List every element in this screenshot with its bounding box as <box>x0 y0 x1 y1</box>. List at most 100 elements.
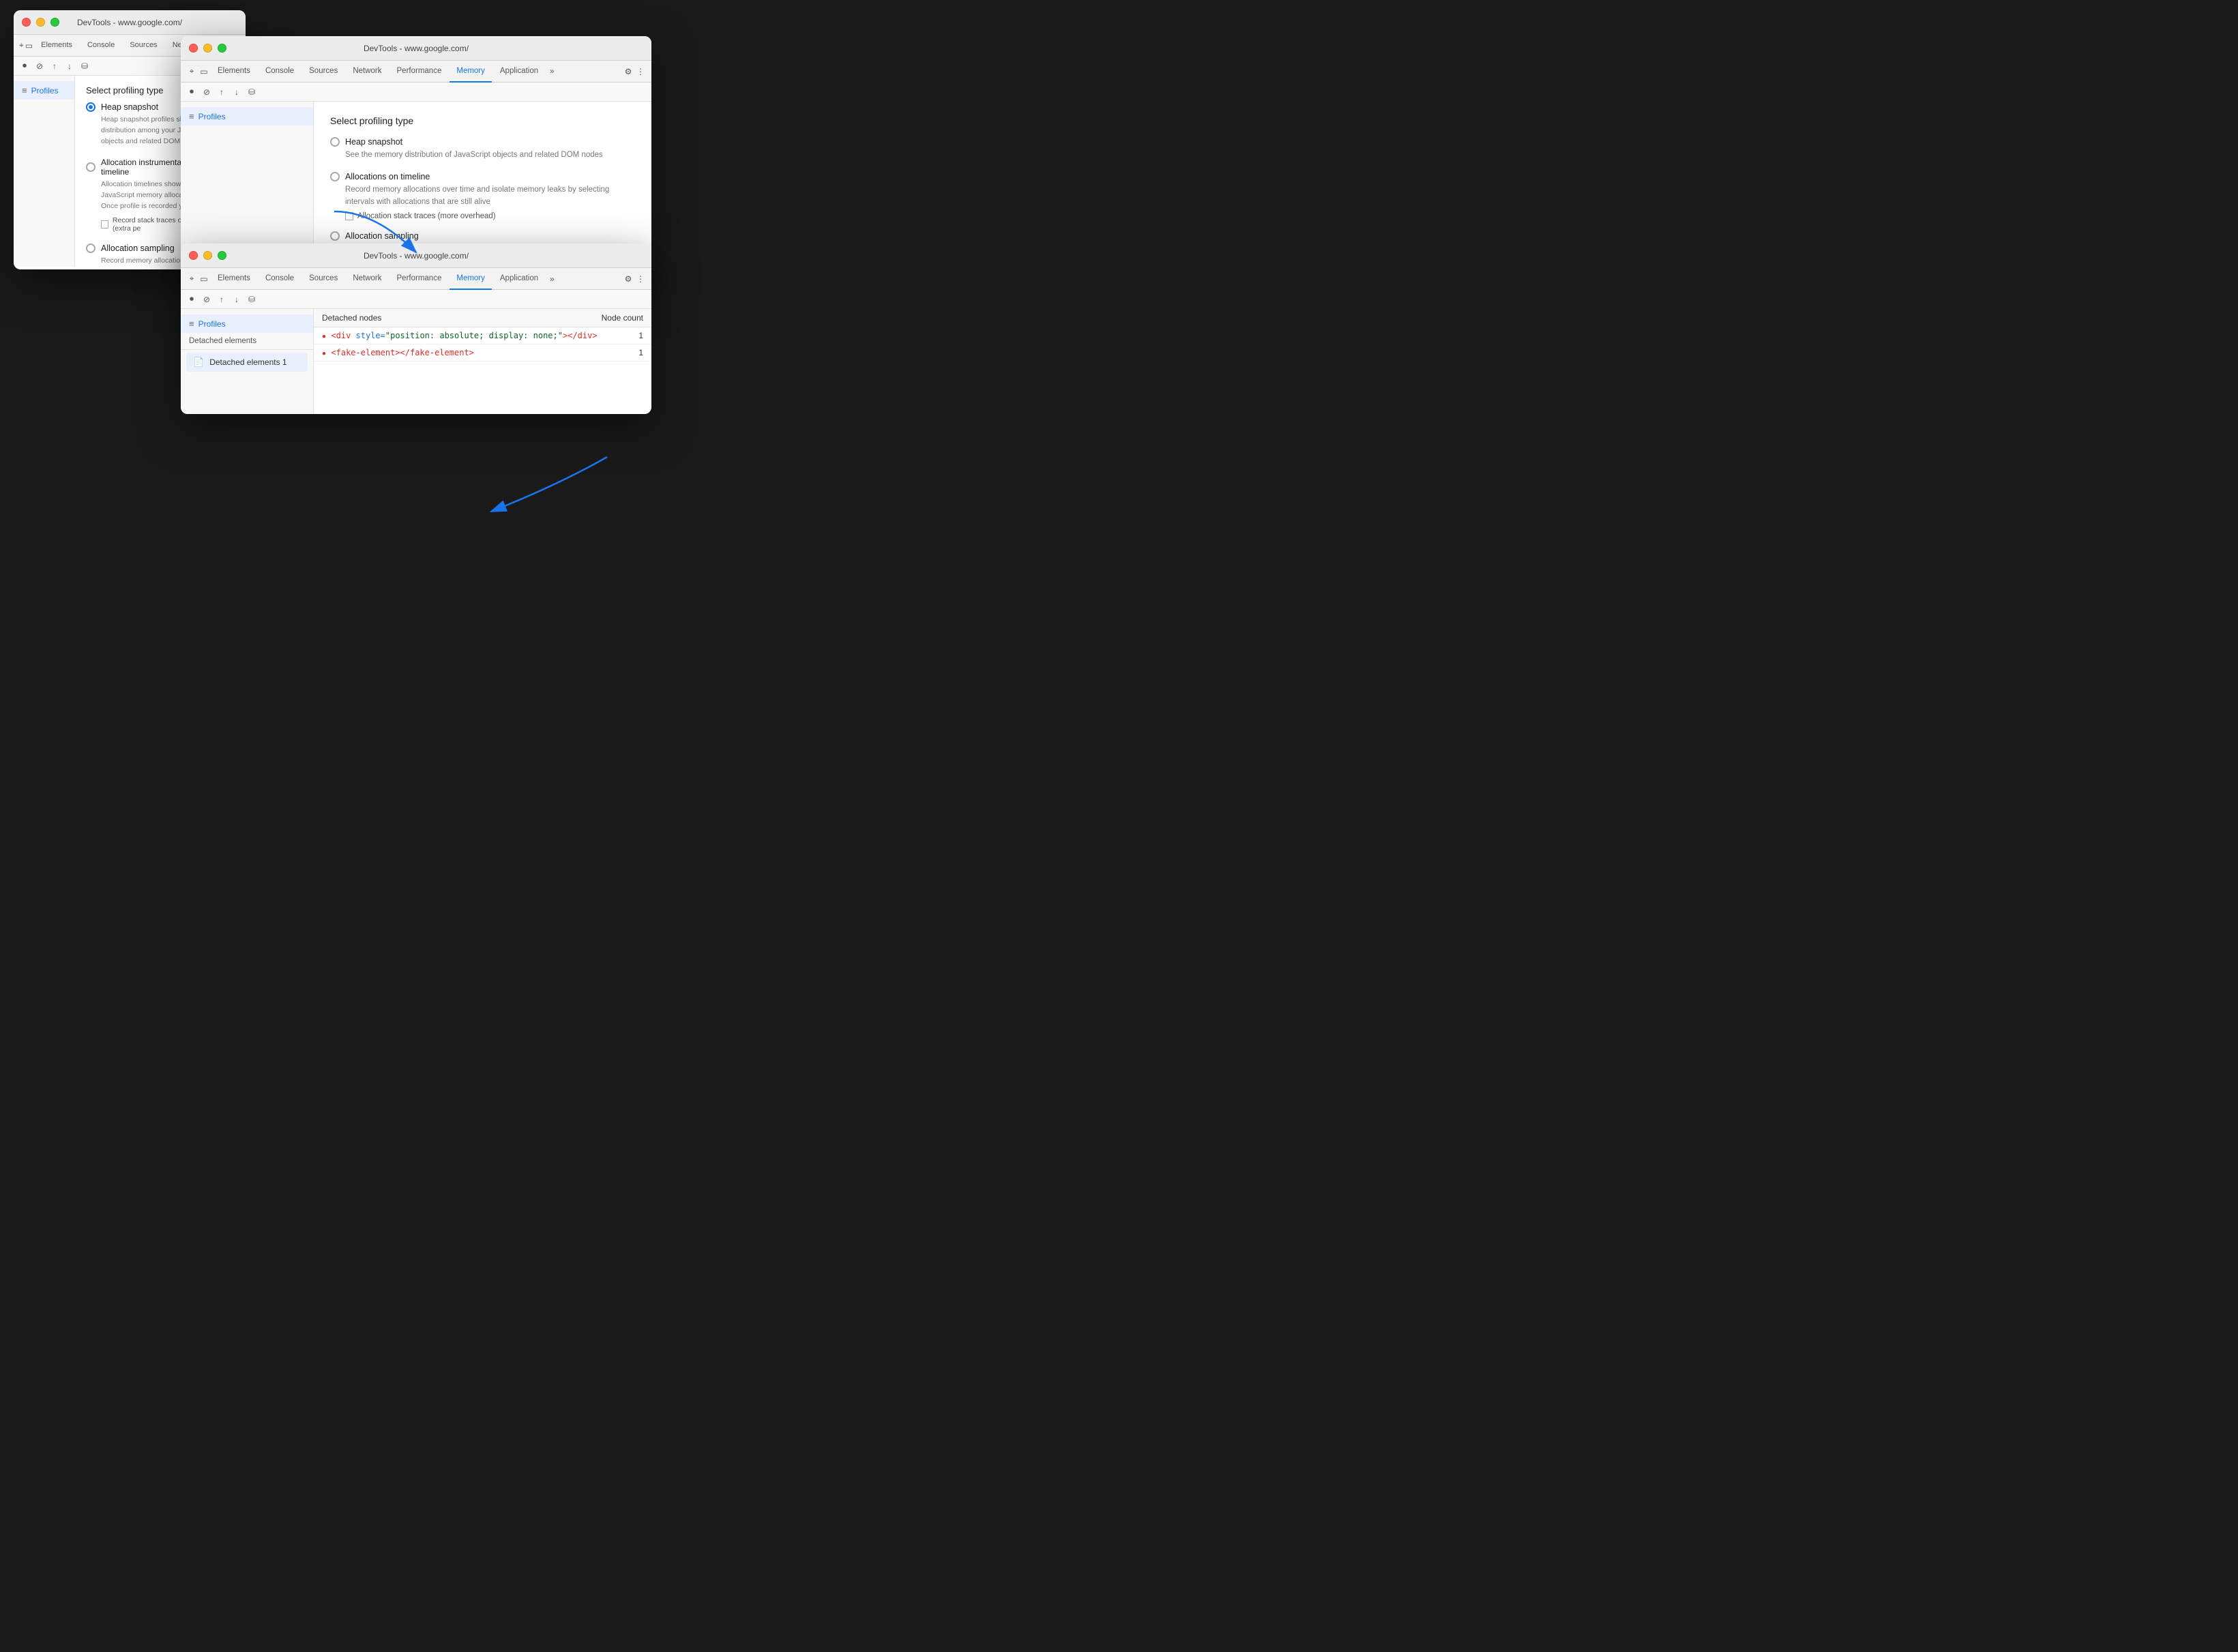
device-icon[interactable]: ▭ <box>25 40 33 51</box>
window-2-controls <box>189 44 226 53</box>
close-btn-3[interactable] <box>189 251 198 260</box>
node-code-1: ● <div style="position: absolute; displa… <box>322 331 598 340</box>
detached-item-icon: 📄 <box>193 357 204 368</box>
window-3-title: DevTools - www.google.com/ <box>364 251 469 261</box>
download-icon-2[interactable]: ↓ <box>231 87 242 98</box>
tab-performance-3[interactable]: Performance <box>390 268 449 290</box>
node-count-1: 1 <box>638 331 643 340</box>
sampling-radio-2[interactable] <box>330 231 340 241</box>
menu-icon-2[interactable]: ⋮ <box>635 66 646 77</box>
tab-console-2[interactable]: Console <box>259 61 301 83</box>
settings-icon-3[interactable]: ⚙ <box>623 274 634 284</box>
menu-icon-3[interactable]: ⋮ <box>635 274 646 284</box>
profiles-icon-1: ≡ <box>22 85 27 95</box>
max-btn-3[interactable] <box>218 251 226 260</box>
heap-label-2: Heap snapshot <box>345 137 402 147</box>
download-icon-3[interactable]: ↓ <box>231 294 242 305</box>
tab-console-1[interactable]: Console <box>80 35 121 57</box>
timeline-radio-1[interactable] <box>86 162 95 172</box>
node-text-2: <fake-element></fake-element> <box>331 348 474 357</box>
clear-icon-1[interactable]: ⊘ <box>34 61 45 72</box>
detached-elements-sidebar-section: Detached elements <box>181 333 313 350</box>
min-btn-3[interactable] <box>203 251 212 260</box>
node-row-2[interactable]: ● <fake-element></fake-element> 1 <box>314 344 651 362</box>
sidebar-profiles-label-1: Profiles <box>31 86 59 95</box>
sampling-label-1: Allocation sampling <box>101 244 175 253</box>
device-icon-3[interactable]: ▭ <box>198 274 209 284</box>
devtools-window-3: DevTools - www.google.com/ ⌖ ▭ Elements … <box>181 244 651 414</box>
window-2-secondary-toolbar: ⏺ ⊘ ↑ ↓ ⛁ <box>181 83 651 102</box>
sampling-label-2: Allocation sampling <box>345 231 419 241</box>
tab-elements-2[interactable]: Elements <box>211 61 257 83</box>
window-3-toolbar: ⌖ ▭ Elements Console Sources Network Per… <box>181 268 651 290</box>
tab-memory-2[interactable]: Memory <box>450 61 492 83</box>
tab-elements-1[interactable]: Elements <box>34 35 79 57</box>
record-icon-3[interactable]: ⏺ <box>186 294 197 305</box>
detached-nodes-header: Detached nodes Node count <box>314 309 651 327</box>
heap-desc-2: See the memory distribution of JavaScrip… <box>330 149 635 161</box>
window-3-secondary-toolbar: ⏺ ⊘ ↑ ↓ ⛁ <box>181 290 651 309</box>
min-btn-1[interactable] <box>36 18 45 27</box>
collect-icon-3[interactable]: ⛁ <box>246 294 257 305</box>
sidebar-profiles-label-2: Profiles <box>198 112 226 121</box>
collect-icon-1[interactable]: ⛁ <box>79 61 90 72</box>
upload-icon-2[interactable]: ↑ <box>216 87 227 98</box>
upload-icon-1[interactable]: ↑ <box>49 61 60 72</box>
tab-application-2[interactable]: Application <box>493 61 545 83</box>
upload-icon-3[interactable]: ↑ <box>216 294 227 305</box>
timeline-radio-2[interactable] <box>330 172 340 181</box>
window-1-titlebar: DevTools - www.google.com/ <box>14 10 246 35</box>
tab-elements-3[interactable]: Elements <box>211 268 257 290</box>
max-btn-2[interactable] <box>218 44 226 53</box>
col-node-count: Node count <box>602 313 643 323</box>
node-code-2: ● <fake-element></fake-element> <box>322 348 474 357</box>
cursor-icon-3[interactable]: ⌖ <box>186 274 197 284</box>
cursor-icon[interactable]: ⌖ <box>19 40 24 51</box>
settings-icon-2[interactable]: ⚙ <box>623 66 634 77</box>
bullet-1: ● <box>322 333 326 340</box>
detached-elements-1-item[interactable]: 📄 Detached elements 1 <box>186 353 308 372</box>
min-btn-2[interactable] <box>203 44 212 53</box>
record-icon-2[interactable]: ⏺ <box>186 87 197 98</box>
more-tabs-3[interactable]: » <box>546 274 557 284</box>
close-btn-2[interactable] <box>189 44 198 53</box>
heap-radio-1[interactable] <box>86 102 95 112</box>
window-2-title: DevTools - www.google.com/ <box>364 44 469 53</box>
clear-icon-3[interactable]: ⊘ <box>201 294 212 305</box>
clear-icon-2[interactable]: ⊘ <box>201 87 212 98</box>
stack-traces-checkbox-1[interactable] <box>101 220 108 228</box>
sidebar-item-profiles-2[interactable]: ≡ Profiles <box>181 107 313 126</box>
sidebar-item-profiles-3[interactable]: ≡ Profiles <box>181 314 313 333</box>
tab-application-3[interactable]: Application <box>493 268 545 290</box>
allocations-timeline-option-2[interactable]: Allocations on timeline Record memory al… <box>330 172 635 220</box>
tab-network-2[interactable]: Network <box>346 61 388 83</box>
stack-traces-checkbox-2[interactable] <box>345 212 353 220</box>
close-btn-1[interactable] <box>22 18 31 27</box>
window-2-toolbar: ⌖ ▭ Elements Console Sources Network Per… <box>181 61 651 83</box>
download-icon-1[interactable]: ↓ <box>64 61 75 72</box>
heap-radio-2[interactable] <box>330 137 340 147</box>
tab-network-3[interactable]: Network <box>346 268 388 290</box>
tab-sources-2[interactable]: Sources <box>302 61 344 83</box>
sampling-radio-1[interactable] <box>86 244 95 253</box>
device-icon-2[interactable]: ▭ <box>198 66 209 77</box>
tab-memory-3[interactable]: Memory <box>450 268 492 290</box>
window-1-sidebar: ≡ Profiles <box>14 76 75 267</box>
bullet-2: ● <box>322 350 326 357</box>
cursor-icon-2[interactable]: ⌖ <box>186 66 197 77</box>
tab-console-3[interactable]: Console <box>259 268 301 290</box>
tab-sources-3[interactable]: Sources <box>302 268 344 290</box>
more-tabs-2[interactable]: » <box>546 66 557 77</box>
tab-performance-2[interactable]: Performance <box>390 61 449 83</box>
node-row-1[interactable]: ● <div style="position: absolute; displa… <box>314 327 651 344</box>
heap-option-2[interactable]: Heap snapshot See the memory distributio… <box>330 137 635 161</box>
collect-icon-2[interactable]: ⛁ <box>246 87 257 98</box>
section-title-2: Select profiling type <box>330 115 635 126</box>
detached-section-label: Detached elements <box>189 337 256 345</box>
sidebar-item-profiles-1[interactable]: ≡ Profiles <box>14 81 74 100</box>
detached-item-label: Detached elements 1 <box>209 357 286 367</box>
record-icon-1[interactable]: ⏺ <box>19 61 30 72</box>
tab-sources-1[interactable]: Sources <box>123 35 164 57</box>
max-btn-1[interactable] <box>50 18 59 27</box>
window-3-main: Detached nodes Node count ● <div style="… <box>314 309 651 414</box>
